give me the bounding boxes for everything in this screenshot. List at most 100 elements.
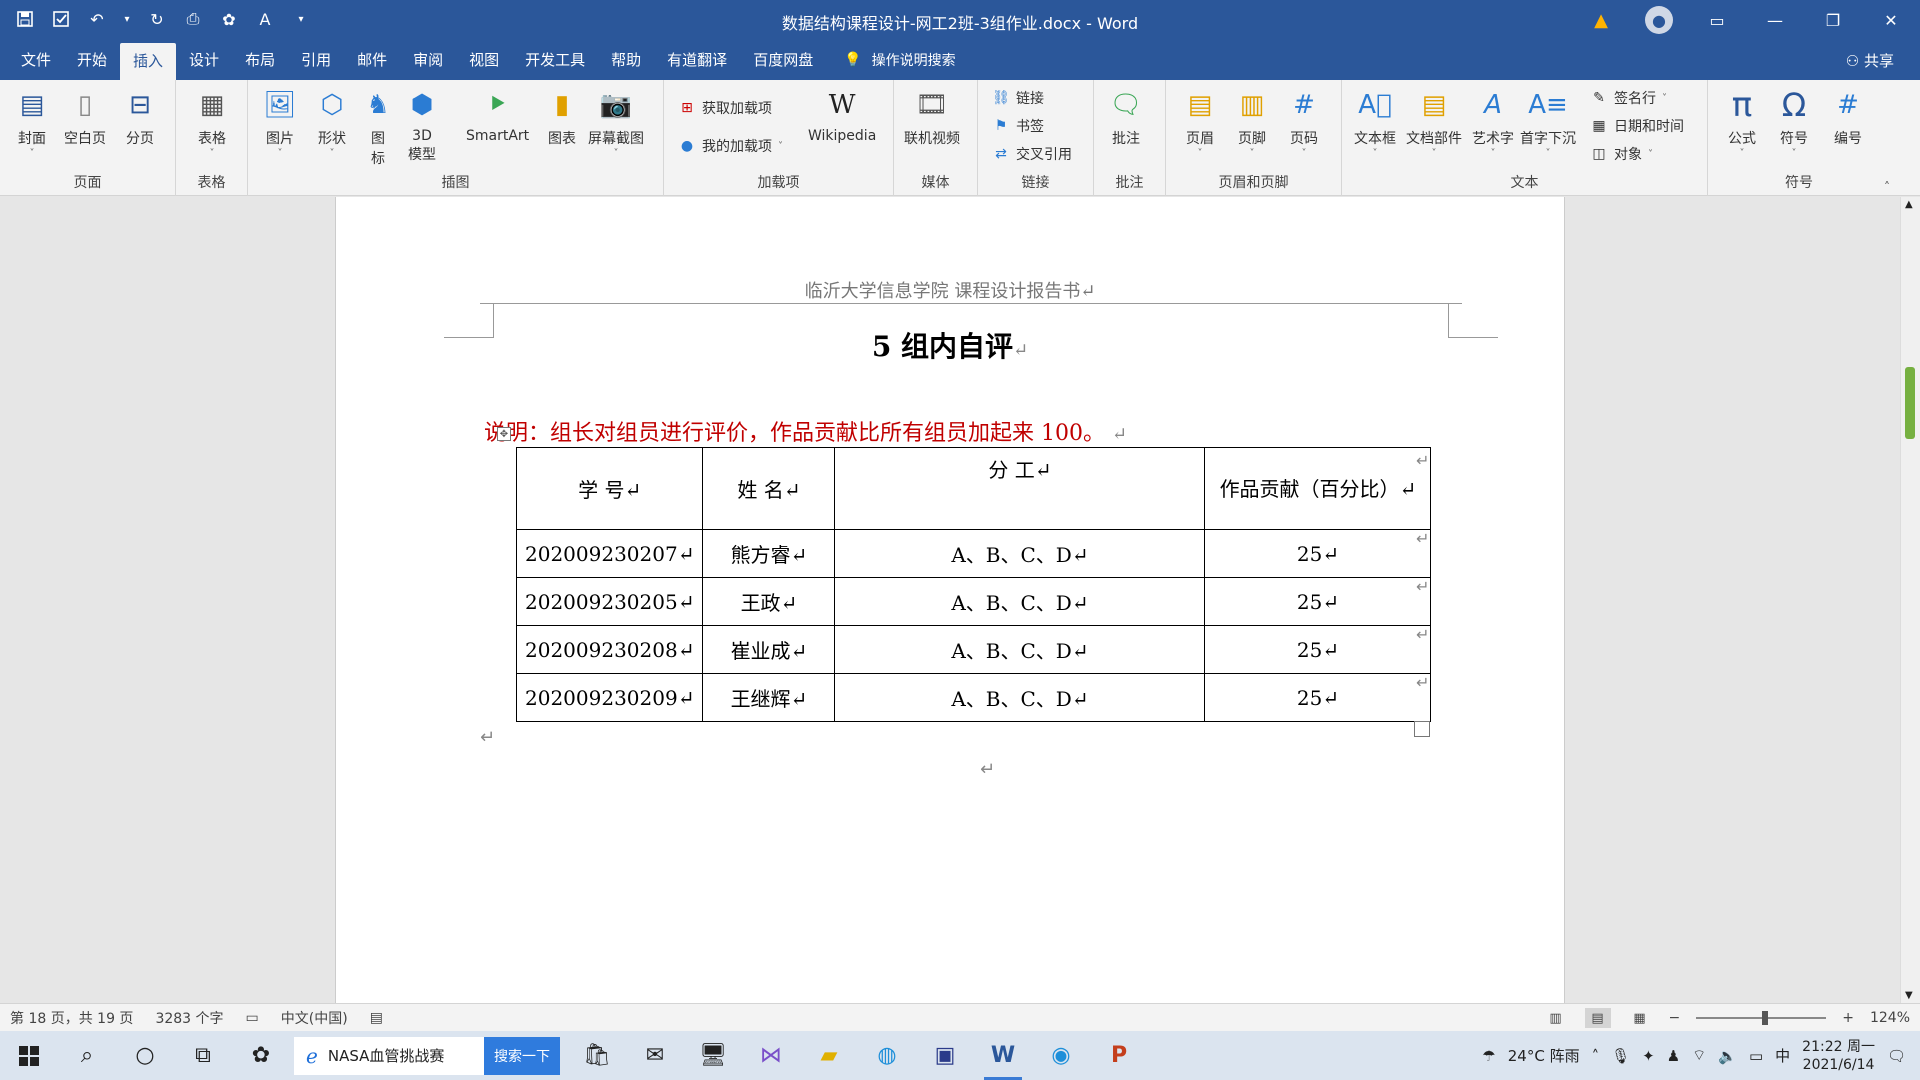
equation-button[interactable]: π 公式 ˅ xyxy=(1724,85,1760,159)
textbox-button[interactable]: A⃞ 文本框 ˅ xyxy=(1354,86,1396,159)
wordart-button[interactable]: A 艺术字 ˅ xyxy=(1472,86,1514,159)
symbol-button[interactable]: Ω 符号 ˅ xyxy=(1776,86,1812,159)
chevron-up-icon[interactable]: ˄ xyxy=(1592,1047,1600,1065)
header-button[interactable]: ▤ 页眉 ˅ xyxy=(1182,86,1218,159)
clock[interactable]: 21:22 周一 2021/6/14 xyxy=(1802,1038,1875,1074)
cell-division[interactable]: A、B、C、D↵ xyxy=(834,529,1206,578)
bookmark-button[interactable]: ⚑ 书签 xyxy=(992,116,1044,136)
cell-name[interactable]: 崔业成↵ xyxy=(702,625,836,674)
weather-icon[interactable]: ☂ xyxy=(1482,1047,1495,1065)
file-explorer-icon[interactable]: ▰ xyxy=(800,1031,858,1080)
header-contribution[interactable]: 作品贡献（百分比）↵ xyxy=(1204,447,1432,530)
blank-page-button[interactable]: ▯ 空白页 xyxy=(64,86,106,148)
cell-name[interactable]: 熊方睿↵ xyxy=(702,529,836,578)
object-button[interactable]: ◫ 对象 ˅ xyxy=(1590,144,1653,164)
scroll-thumb[interactable] xyxy=(1905,367,1915,439)
get-addins-button[interactable]: ⊞ 获取加载项 xyxy=(678,98,772,118)
page-number-button[interactable]: # 页码 ˅ xyxy=(1286,86,1322,159)
3d-models-button[interactable]: ⬢ 3D 模型 xyxy=(404,86,440,164)
devcpp-icon[interactable]: ▣ xyxy=(916,1031,974,1080)
powerpoint-icon[interactable]: P xyxy=(1090,1031,1148,1080)
scroll-down-icon[interactable]: ▼ xyxy=(1905,990,1913,1001)
zoom-slider[interactable] xyxy=(1696,1011,1827,1025)
cortana-icon[interactable]: ○ xyxy=(116,1031,174,1080)
edge-icon[interactable]: ◍ xyxy=(858,1031,916,1080)
tab-youdao[interactable]: 有道翻译 xyxy=(654,40,740,80)
proofing-icon[interactable]: ▭ xyxy=(246,1010,259,1026)
tab-layout[interactable]: 布局 xyxy=(232,40,288,80)
mail-icon[interactable]: ✉ xyxy=(626,1031,684,1080)
cell-name[interactable]: 王继辉↵ xyxy=(702,673,836,722)
macro-icon[interactable]: ▤ xyxy=(370,1010,383,1026)
cell-student-id[interactable]: 202009230208↵ xyxy=(515,625,704,674)
date-time-button[interactable]: ▦ 日期和时间 xyxy=(1590,116,1684,136)
qq-icon[interactable]: ♟ xyxy=(1667,1047,1680,1065)
cell-division[interactable]: A、B、C、D↵ xyxy=(834,577,1206,626)
collapse-ribbon-icon[interactable]: ˄ xyxy=(1884,180,1890,194)
signature-line-button[interactable]: ✎ 签名行 ˅ xyxy=(1590,88,1667,108)
restore-button[interactable]: ❐ xyxy=(1804,0,1862,40)
cell-student-id[interactable]: 202009230209↵ xyxy=(515,673,704,722)
search-icon[interactable]: ⌕ xyxy=(58,1031,116,1080)
document-page[interactable]: 临沂大学信息学院 课程设计报告书↵ 5 组内自评↵ 说明：组长对组员进行评价，作… xyxy=(335,197,1565,1003)
task-view-icon[interactable]: ⧉ xyxy=(174,1031,232,1080)
store-icon[interactable]: 🛍 xyxy=(568,1031,626,1080)
quick-parts-button[interactable]: ▤ 文档部件 ˅ xyxy=(1406,86,1462,159)
tab-mailings[interactable]: 邮件 xyxy=(344,40,400,80)
share-button[interactable]: ⚇ 共享 xyxy=(1846,50,1894,71)
section-heading[interactable]: 5 组内自评↵ xyxy=(336,325,1564,365)
page-count[interactable]: 第 18 页，共 19 页 xyxy=(10,1008,133,1028)
cell-contribution[interactable]: 25↵ xyxy=(1204,529,1432,578)
shapes-button[interactable]: ⬡ 形状 ˅ xyxy=(314,86,350,159)
link-button[interactable]: ⛓ 链接 xyxy=(992,88,1044,108)
icons-button[interactable]: ♞ 图 标 xyxy=(360,86,396,168)
header-division[interactable]: 分 工↵ xyxy=(834,447,1206,530)
network-icon[interactable]: ⌔ xyxy=(1692,1046,1706,1065)
web-layout-icon[interactable]: ▦ xyxy=(1627,1008,1653,1028)
cell-contribution[interactable]: 25↵ xyxy=(1204,625,1432,674)
cell-division[interactable]: A、B、C、D↵ xyxy=(834,625,1206,674)
zoom-out-icon[interactable]: − xyxy=(1669,1010,1681,1026)
page-break-button[interactable]: ⊟ 分页 xyxy=(122,86,158,148)
numbering-button[interactable]: # 编号 xyxy=(1830,86,1866,148)
cell-student-id[interactable]: 202009230207↵ xyxy=(515,529,704,578)
tab-view[interactable]: 视图 xyxy=(456,40,512,80)
cover-page-button[interactable]: ▤ 封面 ˅ xyxy=(14,86,50,159)
wikipedia-button[interactable]: W Wikipedia xyxy=(808,86,876,144)
tab-baidu-netdisk[interactable]: 百度网盘 xyxy=(740,40,826,80)
footer-button[interactable]: ▥ 页脚 ˅ xyxy=(1234,86,1270,159)
tab-references[interactable]: 引用 xyxy=(288,40,344,80)
tab-developer[interactable]: 开发工具 xyxy=(512,40,598,80)
tab-design[interactable]: 设计 xyxy=(176,40,232,80)
chart-button[interactable]: ▮ 图表 xyxy=(544,86,580,148)
ribbon-display-options-icon[interactable]: ▭ xyxy=(1688,0,1746,40)
zoom-level[interactable]: 124% xyxy=(1870,1010,1910,1026)
smartart-button[interactable]: ⯈ SmartArt xyxy=(466,86,529,145)
cell-division[interactable]: A、B、C、D↵ xyxy=(834,673,1206,722)
minimize-button[interactable]: — xyxy=(1746,0,1804,40)
header-name[interactable]: 姓 名↵ xyxy=(702,447,836,530)
tab-review[interactable]: 审阅 xyxy=(400,40,456,80)
language-indicator[interactable]: 中文(中国) xyxy=(281,1008,348,1028)
tab-help[interactable]: 帮助 xyxy=(598,40,654,80)
my-addins-button[interactable]: ● 我的加载项 ˅ xyxy=(678,136,783,156)
online-video-button[interactable]: 🎞 联机视频 xyxy=(904,86,960,148)
comment-button[interactable]: 🗨 批注 xyxy=(1108,86,1144,148)
header-student-id[interactable]: 学 号↵ xyxy=(515,447,704,530)
cell-contribution[interactable]: 25↵ xyxy=(1204,577,1432,626)
notification-icon[interactable]: 🗨 xyxy=(1887,1047,1906,1065)
cross-reference-button[interactable]: ⇄ 交叉引用 xyxy=(992,144,1072,164)
visual-studio-icon[interactable]: ⋈ xyxy=(742,1031,800,1080)
app-icon[interactable]: ✿ xyxy=(232,1031,290,1080)
cell-contribution[interactable]: 25↵ xyxy=(1204,673,1432,722)
volume-icon[interactable]: 🔈 xyxy=(1718,1047,1737,1065)
cell-student-id[interactable]: 202009230205↵ xyxy=(515,577,704,626)
tell-me-search[interactable]: 💡 操作说明搜索 xyxy=(844,50,955,70)
qq-browser-icon[interactable]: ◉ xyxy=(1032,1031,1090,1080)
close-button[interactable]: ✕ xyxy=(1862,0,1920,40)
start-button[interactable] xyxy=(0,1031,58,1080)
word-icon[interactable]: W xyxy=(974,1031,1032,1080)
tab-home[interactable]: 开始 xyxy=(64,40,120,80)
ime-indicator[interactable]: 中 xyxy=(1775,1045,1790,1066)
scroll-up-icon[interactable]: ▲ xyxy=(1905,199,1913,210)
